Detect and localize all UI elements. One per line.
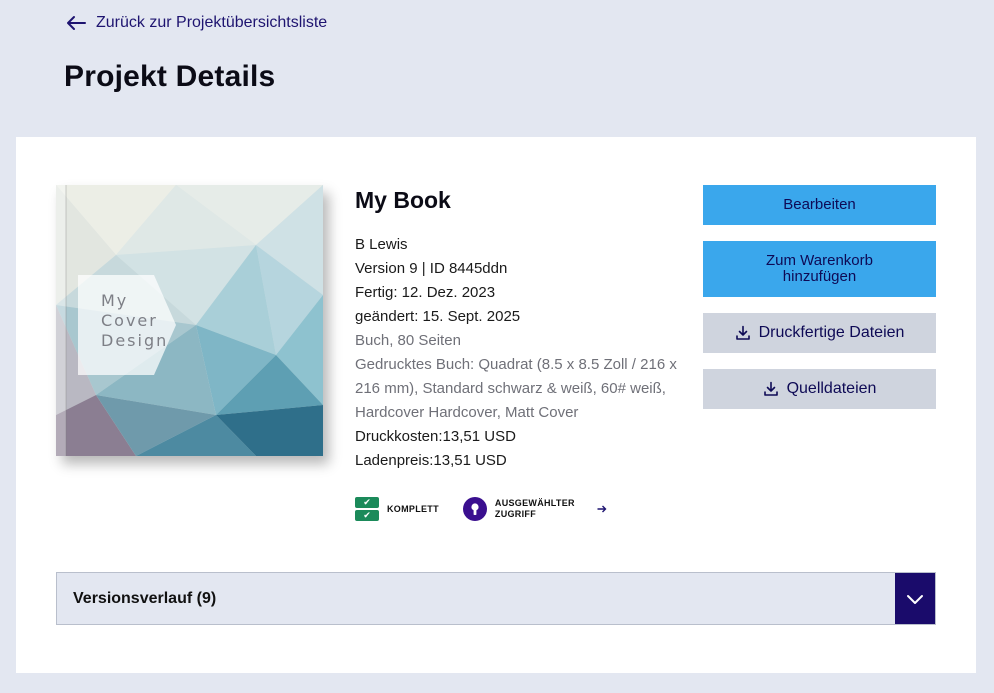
complete-badge-label: KOMPLETT [387, 503, 439, 514]
arrow-left-icon [67, 16, 86, 30]
keyhole-icon [462, 497, 487, 521]
access-badge[interactable]: AUSGEWÄHLTER ZUGRIFF [462, 497, 607, 521]
book-format: Buch, 80 Seiten [355, 332, 461, 349]
complete-badge: ✔ ✔ KOMPLETT [355, 497, 439, 521]
book-cover-image: My Cover Design [56, 185, 323, 456]
add-to-cart-button[interactable]: Zum Warenkorb hinzufügen [703, 241, 936, 297]
cover-design-text: My Cover Design [101, 291, 169, 350]
print-files-button[interactable]: Druckfertige Dateien [703, 313, 936, 353]
chevron-down-icon[interactable] [895, 573, 935, 624]
access-badge-label: AUSGEWÄHLTER ZUGRIFF [494, 498, 575, 519]
book-modified-date: geändert: 15. Sept. 2025 [355, 308, 521, 325]
project-card: My Cover Design My Book B Lewis Version … [16, 137, 976, 673]
back-to-project-list-link[interactable]: Zurück zur Projektübersichtsliste [66, 14, 327, 32]
book-version: Version 9 | ID 8445ddn [355, 260, 508, 277]
source-files-button[interactable]: Quelldateien [703, 369, 936, 409]
book-finished-date: Fertig: 12. Dez. 2023 [355, 284, 496, 301]
book-author: B Lewis [355, 236, 408, 253]
download-icon [735, 325, 750, 340]
page-title: Projekt Details [64, 60, 276, 93]
book-print-cost: Druckkosten:13,51 USD [355, 428, 516, 445]
check-icon: ✔ ✔ [355, 497, 379, 521]
book-print-spec: Gedrucktes Buch: Quadrat (8.5 x 8.5 Zoll… [355, 356, 677, 421]
download-icon [763, 381, 778, 396]
version-history-accordion[interactable]: Versionsverlauf (9) [56, 572, 936, 625]
edit-button[interactable]: Bearbeiten [703, 185, 936, 225]
status-badges: ✔ ✔ KOMPLETT AUSGEWÄHLTER ZUGRIFF [355, 497, 607, 521]
book-retail-price: Ladenpreis:13,51 USD [355, 452, 507, 469]
version-history-label: Versionsverlauf (9) [73, 589, 217, 607]
book-title: My Book [355, 187, 451, 213]
arrow-right-icon[interactable] [597, 502, 607, 516]
back-link-label: Zurück zur Projektübersichtsliste [96, 14, 328, 31]
book-info: B Lewis Version 9 | ID 8445ddn Fertig: 1… [355, 233, 690, 473]
